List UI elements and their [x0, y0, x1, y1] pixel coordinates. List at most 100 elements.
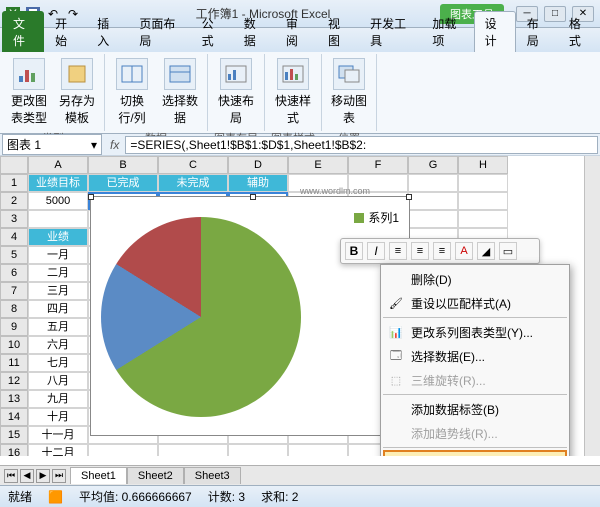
tab-layout2[interactable]: 布局 [516, 11, 558, 52]
select-data-button[interactable]: 选择数据 [159, 56, 201, 128]
cell[interactable] [28, 210, 88, 228]
row-header[interactable]: 7 [0, 282, 28, 300]
tab-page-layout[interactable]: 页面布局 [128, 11, 190, 52]
pie-chart[interactable] [101, 217, 301, 417]
cell[interactable]: 四月 [28, 300, 88, 318]
formula-bar[interactable]: =SERIES(,Sheet1!$B$1:$D$1,Sheet1!$B$2: [125, 136, 598, 154]
quick-layout-button[interactable]: 快速布局 [215, 56, 257, 128]
cell[interactable] [408, 192, 458, 210]
quick-style-button[interactable]: 快速样式 [272, 56, 314, 128]
cell[interactable]: 九月 [28, 390, 88, 408]
ctx-change-chart-type[interactable]: 📊更改系列图表类型(Y)... [383, 320, 567, 344]
sheet-tab[interactable]: Sheet1 [70, 467, 127, 484]
save-as-template-button[interactable]: 另存为模板 [56, 56, 98, 128]
cell[interactable]: 5000 [28, 192, 88, 210]
tab-developer[interactable]: 开发工具 [359, 11, 421, 52]
col-header[interactable]: A [28, 156, 88, 174]
cell[interactable]: 辅助 [228, 174, 288, 192]
col-header[interactable]: E [288, 156, 348, 174]
row-header[interactable]: 12 [0, 372, 28, 390]
cell[interactable]: 业绩 [28, 228, 88, 246]
change-chart-type-button[interactable]: 更改图表类型 [8, 56, 50, 128]
move-chart-button[interactable]: 移动图表 [328, 56, 370, 128]
row-header[interactable]: 16 [0, 444, 28, 456]
row-header[interactable]: 14 [0, 408, 28, 426]
cell[interactable]: 十一月 [28, 426, 88, 444]
sheet-tab[interactable]: Sheet3 [184, 467, 241, 484]
tab-data[interactable]: 数据 [233, 11, 275, 52]
cell[interactable] [458, 174, 508, 192]
cell[interactable] [228, 444, 288, 456]
col-header[interactable]: G [408, 156, 458, 174]
fx-label[interactable]: fx [104, 138, 125, 152]
cell[interactable]: 业绩目标 [28, 174, 88, 192]
ctx-add-data-labels[interactable]: 添加数据标签(B) [383, 397, 567, 421]
cell[interactable]: 十月 [28, 408, 88, 426]
resize-handle[interactable] [250, 194, 256, 200]
tab-view[interactable]: 视图 [317, 11, 359, 52]
row-header[interactable]: 15 [0, 426, 28, 444]
sheet-tab[interactable]: Sheet2 [127, 467, 184, 484]
row-header[interactable]: 8 [0, 300, 28, 318]
chevron-down-icon[interactable]: ▾ [91, 138, 97, 152]
fill-button[interactable]: ◢ [477, 242, 495, 260]
row-header[interactable]: 9 [0, 318, 28, 336]
tab-file[interactable]: 文件 [2, 11, 44, 52]
align-button[interactable]: ≡ [389, 242, 407, 260]
cell[interactable] [158, 444, 228, 456]
col-header[interactable]: D [228, 156, 288, 174]
resize-handle[interactable] [406, 194, 412, 200]
ctx-delete[interactable]: 删除(D) [383, 267, 567, 291]
cell[interactable] [408, 210, 458, 228]
sheet-nav-prev[interactable]: ◀ [20, 469, 34, 483]
chart-object[interactable]: 系列1 [90, 196, 410, 436]
tab-home[interactable]: 开始 [44, 11, 86, 52]
cell[interactable] [408, 174, 458, 192]
cell[interactable]: 八月 [28, 372, 88, 390]
row-header[interactable]: 1 [0, 174, 28, 192]
row-header[interactable]: 3 [0, 210, 28, 228]
vertical-scrollbar[interactable] [584, 156, 600, 456]
resize-handle[interactable] [88, 194, 94, 200]
cell[interactable]: 六月 [28, 336, 88, 354]
border-button[interactable]: ▭ [499, 242, 517, 260]
tab-formula[interactable]: 公式 [191, 11, 233, 52]
row-header[interactable]: 13 [0, 390, 28, 408]
bold-button[interactable]: B [345, 242, 363, 260]
cell[interactable] [88, 444, 158, 456]
sheet-nav-last[interactable]: ⏭ [52, 469, 66, 483]
col-header[interactable]: C [158, 156, 228, 174]
row-header[interactable]: 11 [0, 354, 28, 372]
cell[interactable]: 七月 [28, 354, 88, 372]
row-header[interactable]: 5 [0, 246, 28, 264]
cell[interactable]: 十二月 [28, 444, 88, 456]
cell[interactable]: 五月 [28, 318, 88, 336]
cell[interactable]: 二月 [28, 264, 88, 282]
tab-review[interactable]: 审阅 [275, 11, 317, 52]
ctx-select-data[interactable]: 🗔选择数据(E)... [383, 344, 567, 368]
tab-format[interactable]: 格式 [558, 11, 600, 52]
cell[interactable]: 已完成 [88, 174, 158, 192]
sheet-nav-next[interactable]: ▶ [36, 469, 50, 483]
row-header[interactable]: 4 [0, 228, 28, 246]
cell[interactable]: 三月 [28, 282, 88, 300]
cell[interactable] [458, 210, 508, 228]
sheet-nav-first[interactable]: ⏮ [4, 469, 18, 483]
name-box[interactable]: 图表 1▾ [2, 134, 102, 155]
row-header[interactable]: 6 [0, 264, 28, 282]
cell[interactable]: 未完成 [158, 174, 228, 192]
switch-row-col-button[interactable]: 切换行/列 [111, 56, 153, 128]
tab-addins[interactable]: 加载项 [421, 11, 473, 52]
col-header[interactable]: H [458, 156, 508, 174]
ctx-format-data-series[interactable]: 🖹设置数据系列格式(F)... [383, 450, 567, 456]
italic-button[interactable]: I [367, 242, 385, 260]
col-header[interactable]: F [348, 156, 408, 174]
select-all-corner[interactable] [0, 156, 28, 174]
cell[interactable]: 一月 [28, 246, 88, 264]
cell[interactable] [288, 444, 348, 456]
ctx-reset-style[interactable]: 🖌重设以匹配样式(A) [383, 291, 567, 315]
chart-legend[interactable]: 系列1 [354, 209, 399, 226]
row-header[interactable]: 10 [0, 336, 28, 354]
cell[interactable] [458, 192, 508, 210]
font-color-button[interactable]: A [455, 242, 473, 260]
